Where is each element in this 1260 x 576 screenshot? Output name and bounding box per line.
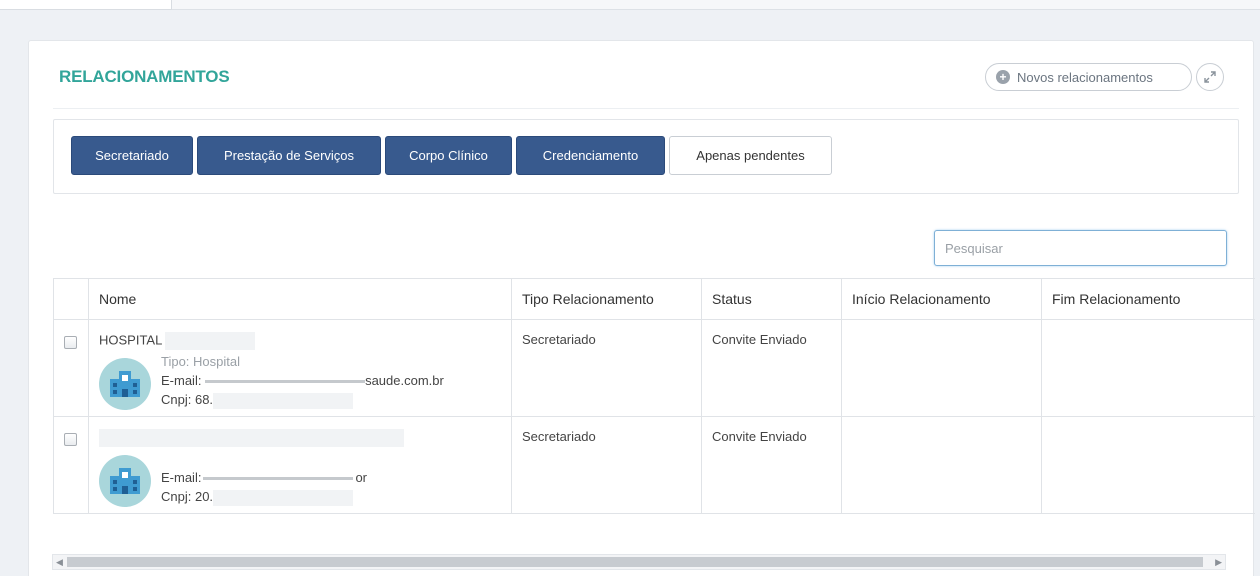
table-header-row: Nome Tipo Relacionamento Status Início R… bbox=[53, 279, 1255, 320]
redacted-block bbox=[165, 332, 256, 350]
filter-apenas-pendentes-button[interactable]: Apenas pendentes bbox=[669, 136, 832, 175]
scroll-left-arrow-icon[interactable]: ◀ bbox=[56, 557, 63, 567]
column-header-inicio-relacionamento[interactable]: Início Relacionamento bbox=[841, 279, 1041, 319]
expand-icon bbox=[1204, 71, 1216, 83]
novos-relacionamentos-button[interactable]: + Novos relacionamentos bbox=[985, 63, 1192, 91]
email-line: E-mail: or bbox=[161, 470, 367, 485]
novos-relacionamentos-label: Novos relacionamentos bbox=[1017, 69, 1153, 85]
top-tab-fragment[interactable] bbox=[0, 0, 172, 10]
inicio-cell bbox=[841, 320, 1041, 416]
tipo-relacionamento-cell: Secretariado bbox=[511, 417, 701, 513]
row-checkbox-cell bbox=[53, 417, 88, 513]
table-row: HOSPITAL Tipo: Hospital E-mail: saude.co… bbox=[53, 320, 1255, 417]
inicio-cell bbox=[841, 417, 1041, 513]
search-input[interactable] bbox=[934, 230, 1227, 266]
name-cell: E-mail: or Cnpj: 20. bbox=[88, 417, 511, 513]
scrollbar-thumb[interactable] bbox=[67, 557, 1203, 567]
name-cell: HOSPITAL Tipo: Hospital E-mail: saude.co… bbox=[88, 320, 511, 416]
panel-title: RELACIONAMENTOS bbox=[59, 67, 230, 86]
tipo-line: Tipo: Hospital bbox=[161, 354, 240, 369]
hospital-icon bbox=[110, 371, 140, 397]
hospital-icon bbox=[110, 468, 140, 494]
email-visible-part: or bbox=[355, 470, 368, 485]
status-cell: Convite Enviado bbox=[701, 417, 841, 513]
scroll-right-arrow-icon[interactable]: ▶ bbox=[1215, 557, 1222, 567]
expand-button[interactable] bbox=[1196, 63, 1224, 91]
filter-prestacao-servicos-button[interactable]: Prestação de Serviços bbox=[197, 136, 381, 175]
status-cell: Convite Enviado bbox=[701, 320, 841, 416]
fim-cell bbox=[1041, 320, 1255, 416]
filter-credenciamento-button[interactable]: Credenciamento bbox=[516, 136, 665, 175]
cnpj-line: Cnpj: 68. bbox=[161, 392, 354, 409]
tipo-relacionamento-cell: Secretariado bbox=[511, 320, 701, 416]
row-checkbox-cell bbox=[53, 320, 88, 416]
filter-secretariado-button[interactable]: Secretariado bbox=[71, 136, 193, 175]
column-header-nome[interactable]: Nome bbox=[88, 279, 511, 319]
plus-icon: + bbox=[996, 70, 1010, 84]
entity-name-text: HOSPITAL bbox=[99, 332, 162, 348]
column-header-status[interactable]: Status bbox=[701, 279, 841, 319]
header-checkbox-cell bbox=[53, 279, 88, 319]
relacionamentos-table: Nome Tipo Relacionamento Status Início R… bbox=[53, 278, 1255, 514]
redacted-block bbox=[99, 429, 404, 447]
email-visible-part: saude.com.br bbox=[365, 373, 444, 388]
email-line: E-mail: saude.com.br bbox=[161, 373, 444, 388]
column-header-tipo-relacionamento[interactable]: Tipo Relacionamento bbox=[511, 279, 701, 319]
entity-name: HOSPITAL bbox=[99, 332, 256, 350]
cnpj-line: Cnpj: 20. bbox=[161, 489, 354, 506]
column-header-fim-relacionamento[interactable]: Fim Relacionamento bbox=[1041, 279, 1255, 319]
top-bar bbox=[0, 0, 1260, 10]
horizontal-scrollbar[interactable]: ◀ ▶ bbox=[52, 554, 1226, 570]
email-label: E-mail: bbox=[161, 470, 202, 485]
hospital-avatar bbox=[99, 358, 151, 410]
row-checkbox[interactable] bbox=[64, 433, 77, 446]
fim-cell bbox=[1041, 417, 1255, 513]
filter-corpo-clinico-button[interactable]: Corpo Clínico bbox=[385, 136, 512, 175]
cnpj-text: Cnpj: 68. bbox=[161, 392, 214, 407]
row-checkbox[interactable] bbox=[64, 336, 77, 349]
table-row: E-mail: or Cnpj: 20. Secretariado Convite… bbox=[53, 417, 1255, 514]
title-divider bbox=[53, 108, 1239, 109]
hospital-avatar bbox=[99, 455, 151, 507]
filter-bar: Secretariado Prestação de Serviços Corpo… bbox=[53, 119, 1239, 194]
entity-name bbox=[99, 429, 404, 447]
email-label: E-mail: bbox=[161, 373, 206, 388]
cnpj-text: Cnpj: 20. bbox=[161, 489, 214, 504]
relacionamentos-panel: RELACIONAMENTOS + Novos relacionamentos … bbox=[28, 40, 1255, 576]
